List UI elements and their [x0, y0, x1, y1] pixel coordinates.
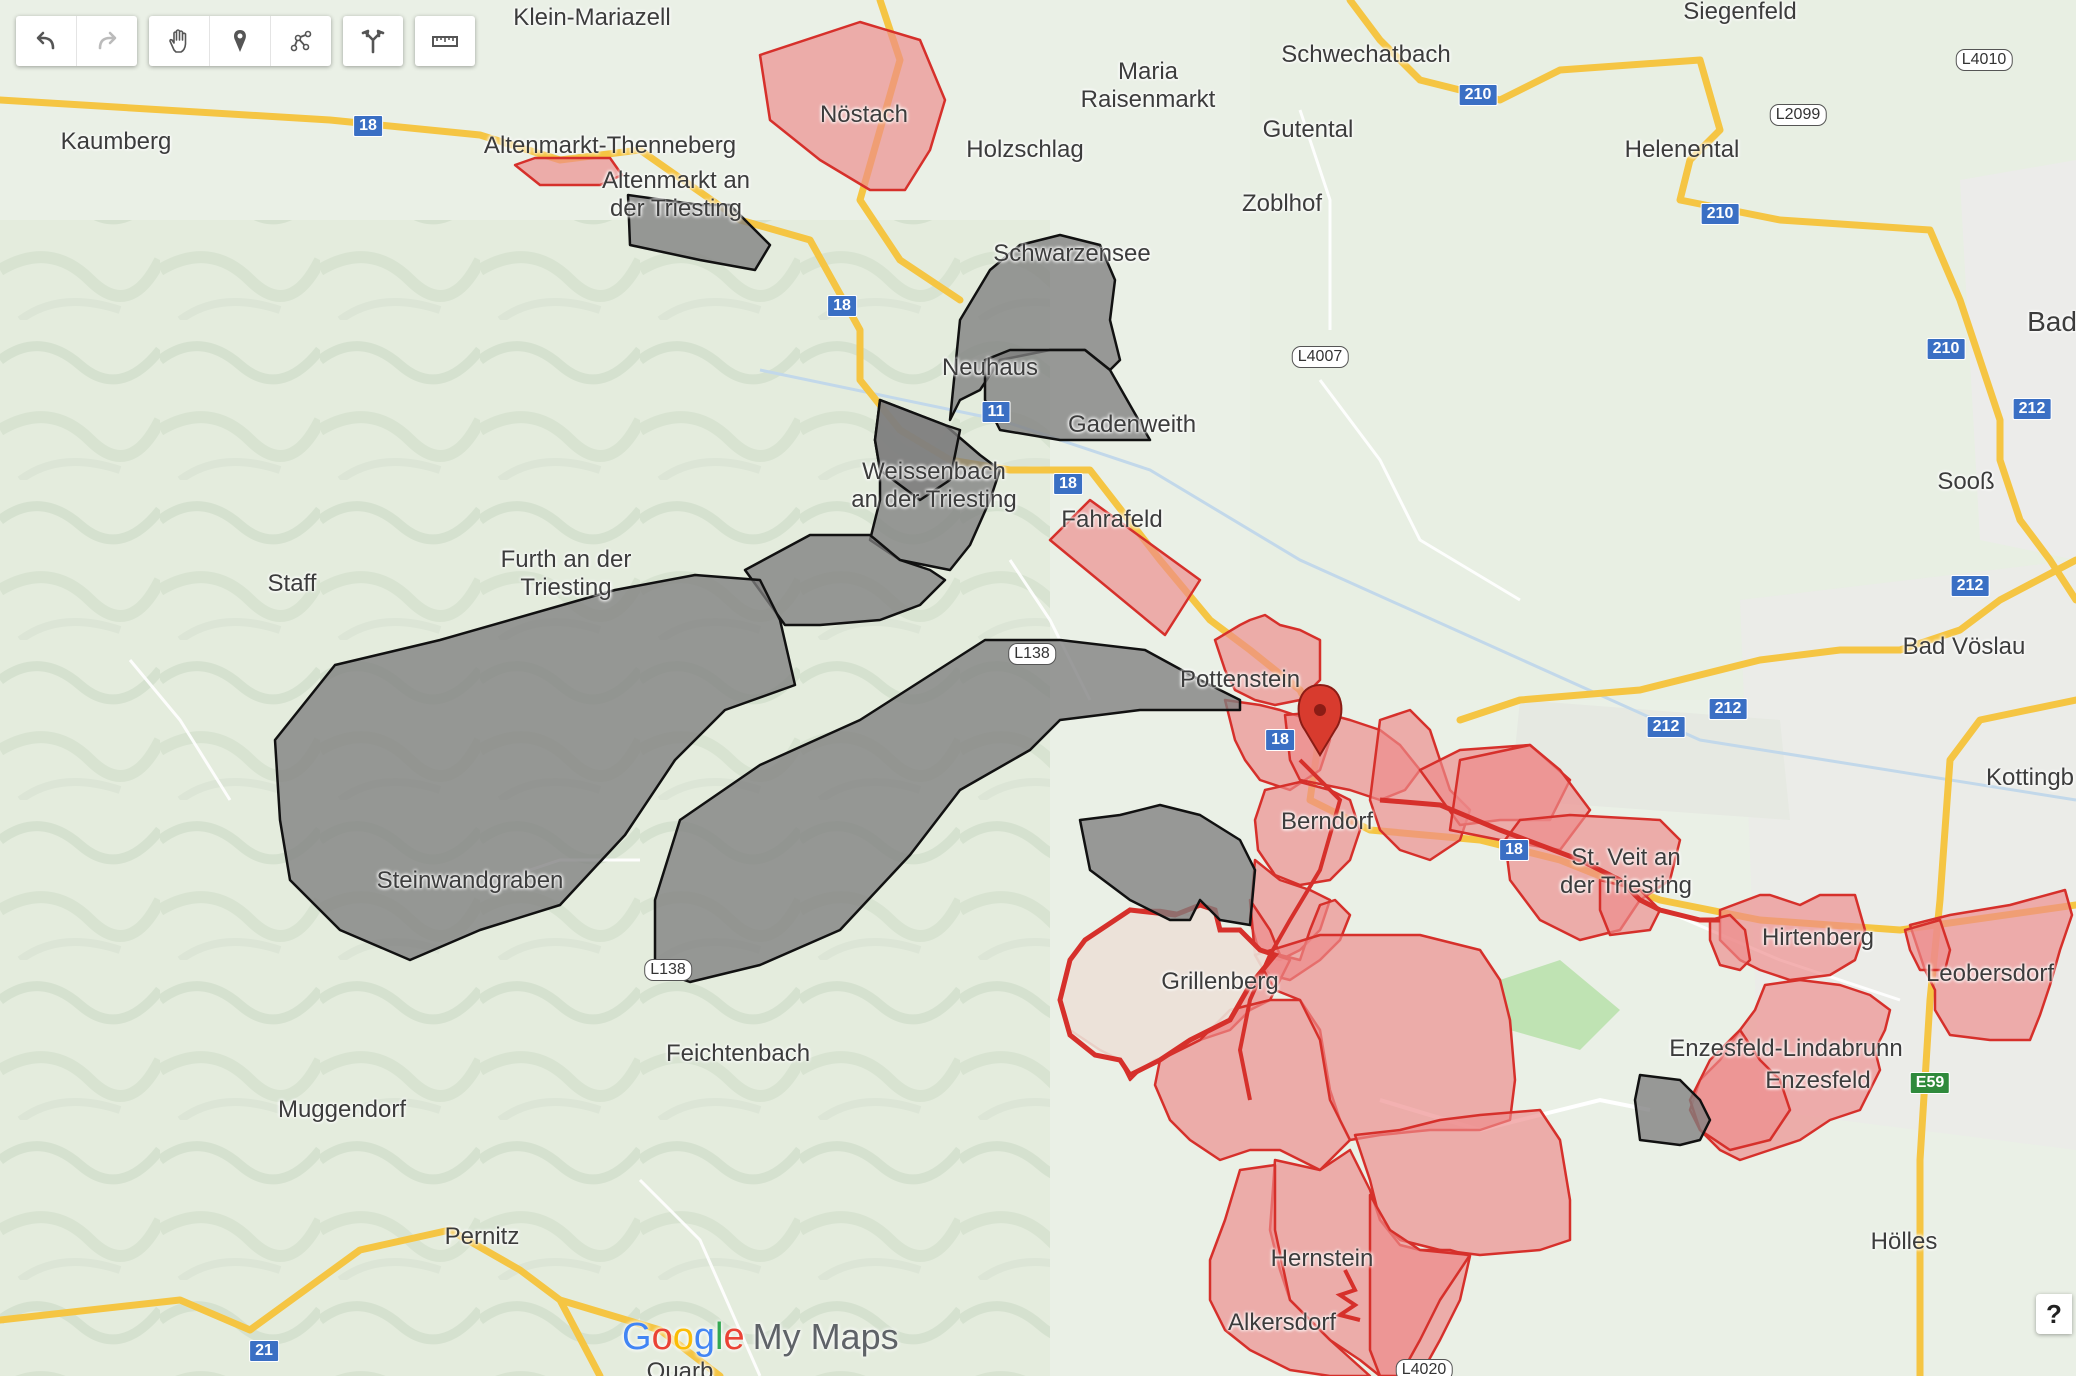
label-baden: Bad	[2027, 306, 2076, 337]
directions-group	[343, 16, 403, 66]
label-feichtenbach: Feichtenbach	[665, 1040, 811, 1067]
shield-18: 18	[353, 115, 383, 137]
shield-l2099: L2099	[1769, 104, 1827, 126]
shield-21: 21	[249, 1340, 279, 1362]
polygon-layer	[273, 20, 2074, 1376]
directions-icon	[361, 29, 385, 54]
history-group	[16, 16, 137, 66]
ruler-icon	[432, 36, 458, 47]
label-helenental: Helenental	[1624, 136, 1740, 163]
google-my-maps-logo: Google My Maps	[622, 1316, 899, 1358]
label-maria-raisenmarkt: Maria Raisenmarkt	[1080, 58, 1216, 113]
label-klein-mariazell: Klein-Mariazell	[513, 4, 671, 31]
shield-210: 210	[1926, 338, 1966, 360]
shield-18: 18	[1265, 729, 1295, 751]
label-kaumberg: Kaumberg	[60, 128, 172, 155]
label-bad-voeslau: Bad Vöslau	[1902, 633, 2026, 660]
label-schwechatbach: Schwechatbach	[1281, 41, 1451, 68]
label-steinwandgraben: Steinwandgraben	[376, 867, 564, 894]
label-grillenberg: Grillenberg	[1161, 968, 1279, 995]
label-siegenfeld: Siegenfeld	[1683, 0, 1797, 25]
redo-button[interactable]	[77, 16, 137, 66]
hand-icon	[169, 29, 187, 53]
label-hernstein: Hernstein	[1270, 1245, 1374, 1272]
label-altenmarkt-thenneberg: Altenmarkt-Thenneberg	[483, 132, 737, 159]
label-pottenstein: Pottenstein	[1179, 666, 1301, 693]
label-gutental: Gutental	[1262, 116, 1354, 143]
measure-group	[415, 16, 475, 66]
label-neuhaus: Neuhaus	[941, 354, 1039, 381]
add-marker-button[interactable]	[210, 16, 271, 66]
label-schwarzensee: Schwarzensee	[993, 240, 1151, 267]
label-leobersdorf: Leobersdorf	[1925, 960, 2055, 987]
shield-210: 210	[1700, 203, 1740, 225]
shield-l138: L138	[1008, 643, 1056, 665]
measure-button[interactable]	[415, 16, 475, 66]
label-altenmarkt-an-der-triesting: Altenmarkt an der Triesting	[601, 167, 751, 222]
shield-212: 212	[1646, 716, 1686, 738]
shield-l4010: L4010	[1955, 49, 2013, 71]
tools-group	[149, 16, 331, 66]
shield-212: 212	[1950, 575, 1990, 597]
label-st-veit: St. Veit an der Triesting	[1559, 844, 1693, 899]
label-zoblhof: Zoblhof	[1241, 190, 1323, 217]
select-hand-button[interactable]	[149, 16, 210, 66]
label-alkersdorf: Alkersdorf	[1227, 1309, 1337, 1336]
shield-l4007: L4007	[1291, 346, 1349, 368]
label-holzschlag: Holzschlag	[966, 136, 1084, 163]
add-directions-button[interactable]	[343, 16, 403, 66]
label-noestach: Nöstach	[819, 101, 909, 128]
redo-icon	[98, 31, 117, 50]
label-enzesfeld-lindabrunn: Enzesfeld-Lindabrunn	[1669, 1035, 1903, 1062]
shield-e59: E59	[1909, 1072, 1951, 1094]
marker-icon	[234, 30, 246, 52]
label-muggendorf: Muggendorf	[277, 1096, 407, 1123]
shield-18: 18	[1499, 839, 1529, 861]
label-pernitz: Pernitz	[444, 1223, 520, 1250]
label-kottingbrunn: Kottingb	[1985, 764, 2075, 791]
label-hirtenberg: Hirtenberg	[1761, 924, 1875, 951]
draw-line-button[interactable]	[271, 16, 331, 66]
map-canvas[interactable]: Klein-Mariazell Siegenfeld Schwechatbach…	[0, 0, 2076, 1376]
label-staff: Staff	[267, 570, 317, 597]
shield-18: 18	[827, 295, 857, 317]
label-berndorf: Berndorf	[1280, 808, 1374, 835]
map-toolbar	[16, 16, 475, 66]
shield-11: 11	[981, 401, 1011, 423]
shield-212: 212	[1708, 698, 1748, 720]
shield-l138: L138	[644, 959, 692, 981]
shield-l4020: L4020	[1395, 1359, 1453, 1376]
undo-button[interactable]	[16, 16, 77, 66]
label-enzesfeld: Enzesfeld	[1765, 1067, 1871, 1094]
draw-line-icon	[290, 30, 312, 52]
label-hoelles: Hölles	[1870, 1228, 1938, 1255]
shield-212: 212	[2012, 398, 2052, 420]
label-gadenweith: Gadenweith	[1067, 411, 1197, 438]
label-sooss: Sooß	[1937, 468, 1995, 495]
label-weissenbach: Weissenbach an der Triesting	[851, 458, 1017, 513]
help-button[interactable]: ?	[2036, 1294, 2072, 1334]
label-quarb: Quarb	[646, 1358, 714, 1376]
shield-18: 18	[1053, 473, 1083, 495]
label-furth: Furth an der Triesting	[500, 546, 632, 601]
undo-icon	[36, 31, 55, 50]
shield-210: 210	[1458, 84, 1498, 106]
polygon-grillenberg-gray[interactable]	[1078, 803, 1257, 927]
label-fahrafeld: Fahrafeld	[1061, 506, 1163, 533]
